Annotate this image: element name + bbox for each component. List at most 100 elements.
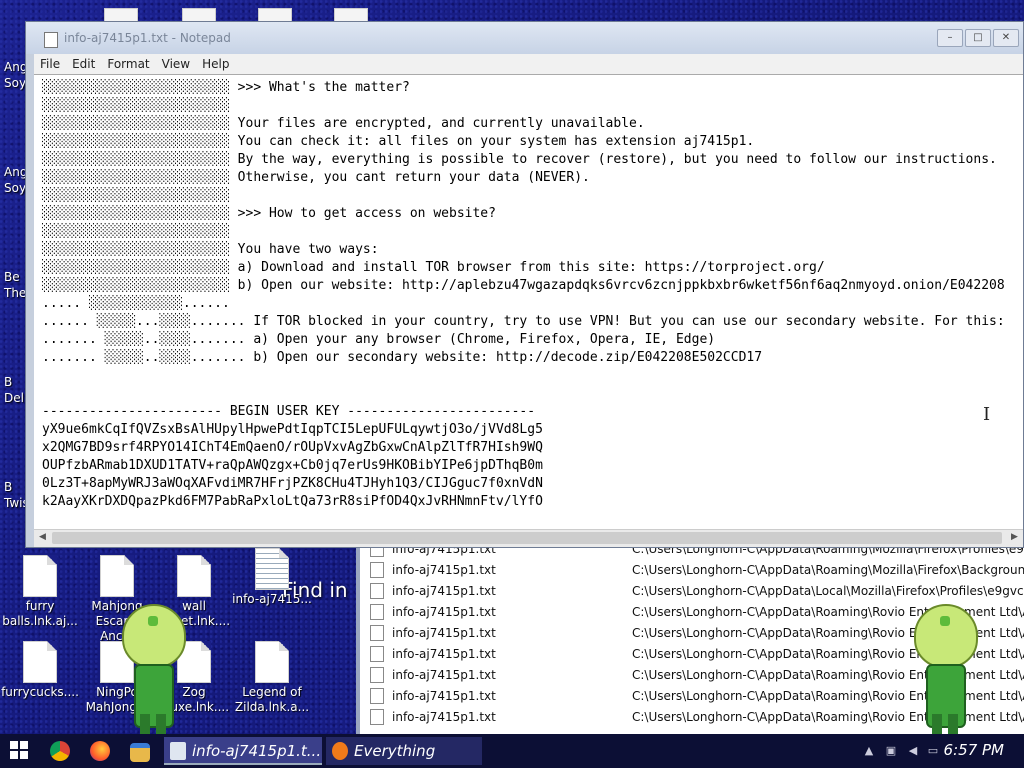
horizontal-scrollbar[interactable]: ◀ ▶ <box>34 529 1023 547</box>
task-label: info-aj7415p1.t... <box>192 742 322 760</box>
document-text: ░░░░░░░░░░░░░░░░░░░░░░░░ >>> What's the … <box>34 75 1023 511</box>
shortcut-file-icon <box>23 641 57 683</box>
chrome-icon[interactable] <box>50 741 70 761</box>
mascot-leg <box>156 714 166 734</box>
shortcut-file-icon <box>100 555 134 597</box>
text-file-icon <box>370 645 384 662</box>
close-button[interactable]: ✕ <box>993 29 1019 47</box>
menu-view[interactable]: View <box>162 57 190 71</box>
file-name: info-aj7415p1.txt <box>392 583 496 598</box>
text-file-icon <box>255 548 289 590</box>
text-line: ░░░░░░░░░░░░░░░░░░░░░░░░ a) Download and… <box>42 260 825 275</box>
text-line: ....... ░░░░░..░░░░....... a) Open your … <box>42 332 716 347</box>
scroll-right-icon[interactable]: ▶ <box>1008 532 1021 544</box>
title-bar[interactable]: info-aj7415p1.txt - Notepad – □ ✕ <box>26 22 1023 54</box>
text-line: ░░░░░░░░░░░░░░░░░░░░░░░░ >>> How to get … <box>42 206 496 221</box>
minimize-button[interactable]: – <box>937 29 963 47</box>
text-line: ░░░░░░░░░░░░░░░░░░░░░░░░ <box>42 224 230 239</box>
clock[interactable]: 6:57 PM <box>944 741 1004 759</box>
text-line: ░░░░░░░░░░░░░░░░░░░░░░░░ <box>42 98 230 113</box>
system-tray: ▲ ▣ ◀ ▭ 6:57 PM <box>844 734 1024 768</box>
text-file-icon <box>370 624 384 641</box>
task-label: Everything <box>354 742 436 760</box>
maximize-button[interactable]: □ <box>965 29 991 47</box>
mascot-head <box>122 604 186 668</box>
desktop-icon[interactable]: furry balls.lnk.aj... <box>0 555 80 629</box>
text-line <box>42 367 1023 385</box>
text-line: ░░░░░░░░░░░░░░░░░░░░░░░░ >>> What's the … <box>42 80 410 95</box>
text-file-icon <box>370 666 384 683</box>
text-line: ..... ░░░░░░░░░░░░...... <box>42 296 230 311</box>
notification-icon[interactable]: ▭ <box>926 744 940 758</box>
file-name: info-aj7415p1.txt <box>392 646 496 661</box>
text-line: ░░░░░░░░░░░░░░░░░░░░░░░░ Otherwise, you … <box>42 170 590 185</box>
desktop-icon-label: info-aj7415... <box>232 592 312 606</box>
text-line: k2AayXKrDXDQpazPkd6FM7PabRaPxloLtQa73rR8… <box>42 494 543 509</box>
desktop-icon[interactable]: info-aj7415... <box>232 548 312 607</box>
start-icon[interactable] <box>10 741 30 761</box>
text-line: 0Lz3T+8apMyWRJ3aWOqXAFvdiMR7HFrjPZK8CHu4… <box>42 476 543 491</box>
shortcut-file-icon <box>23 555 57 597</box>
notepad-window: info-aj7415p1.txt - Notepad – □ ✕ File E… <box>25 21 1024 548</box>
text-editor-area[interactable]: ░░░░░░░░░░░░░░░░░░░░░░░░ >>> What's the … <box>34 74 1023 547</box>
mascot-gem <box>148 616 158 626</box>
show-hidden-icons-icon[interactable]: ▲ <box>862 744 876 758</box>
menu-bar: File Edit Format View Help <box>34 54 1023 74</box>
file-name: info-aj7415p1.txt <box>392 688 496 703</box>
file-explorer-icon[interactable] <box>130 743 150 762</box>
text-line: ░░░░░░░░░░░░░░░░░░░░░░░░ Your files are … <box>42 116 645 131</box>
file-path: C:\Users\Longhorn-C\AppData\Roaming\Mozi… <box>632 562 1024 577</box>
file-name: info-aj7415p1.txt <box>392 625 496 640</box>
mascot-gem <box>940 616 950 626</box>
file-name: info-aj7415p1.txt <box>392 709 496 724</box>
desktop-icon-label: furrycucks.... <box>1 685 79 699</box>
scroll-left-icon[interactable]: ◀ <box>36 532 49 544</box>
text-cursor-icon: I <box>983 404 991 425</box>
notepad-icon <box>44 32 58 48</box>
menu-help[interactable]: Help <box>202 57 229 71</box>
text-line: ░░░░░░░░░░░░░░░░░░░░░░░░ You can check i… <box>42 134 755 149</box>
firefox-icon[interactable] <box>90 741 110 761</box>
taskbar-notepad-button[interactable]: info-aj7415p1.t... <box>164 737 322 765</box>
list-item[interactable]: info-aj7415p1.txt C:\Users\Longhorn-C\App… <box>360 580 1024 601</box>
network-icon[interactable]: ▣ <box>884 744 898 758</box>
text-line: ░░░░░░░░░░░░░░░░░░░░░░░░ <box>42 188 230 203</box>
text-line: ----------------------- BEGIN USER KEY -… <box>42 404 536 419</box>
mascot-leg <box>948 714 958 734</box>
text-line: yX9ue6mkCqIfQVZsxBsAlHUpylHpwePdtIqpTCI5… <box>42 422 543 437</box>
file-name: info-aj7415p1.txt <box>392 667 496 682</box>
text-line: ░░░░░░░░░░░░░░░░░░░░░░░░ b) Open our web… <box>42 278 1005 293</box>
volume-icon[interactable]: ◀ <box>906 744 920 758</box>
text-line: ...... ░░░░░...░░░░....... If TOR blocke… <box>42 314 1005 329</box>
mascot-character-image <box>904 604 984 734</box>
menu-file[interactable]: File <box>40 57 60 71</box>
text-file-icon <box>370 561 384 578</box>
mascot-leg <box>932 714 942 734</box>
text-line: ░░░░░░░░░░░░░░░░░░░░░░░░ By the way, eve… <box>42 152 997 167</box>
desktop-icon[interactable]: Legend of Zilda.lnk.a... <box>232 641 312 715</box>
text-file-icon <box>370 687 384 704</box>
desktop-icon-label: Legend of Zilda.lnk.a... <box>234 685 310 714</box>
text-line: ....... ░░░░░..░░░░....... b) Open our s… <box>42 350 763 365</box>
text-line: OUPfzbARmab1DXUD1TATV+raQpAWQzgx+Cb0jq7e… <box>42 458 543 473</box>
text-file-icon <box>370 708 384 725</box>
scrollbar-thumb[interactable] <box>52 532 1002 544</box>
desktop-icon-label: furry balls.lnk.aj... <box>2 599 78 628</box>
menu-edit[interactable]: Edit <box>72 57 95 71</box>
text-line: ░░░░░░░░░░░░░░░░░░░░░░░░ You have two wa… <box>42 242 379 257</box>
mascot-leg <box>140 714 150 734</box>
text-file-icon <box>370 603 384 620</box>
taskbar-everything-button[interactable]: Everything <box>326 737 482 765</box>
text-line: x2QMG7BD9srf4RPYO14IChT4EmQaenO/rOUpVxvA… <box>42 440 543 455</box>
list-item[interactable]: info-aj7415p1.txt C:\Users\Longhorn-C\App… <box>360 559 1024 580</box>
file-name: info-aj7415p1.txt <box>392 562 496 577</box>
everything-icon <box>332 742 348 760</box>
shortcut-file-icon <box>177 555 211 597</box>
mascot-character-image <box>112 604 192 734</box>
desktop-icon[interactable]: furrycucks.... <box>0 641 80 700</box>
menu-format[interactable]: Format <box>107 57 149 71</box>
text-line <box>42 385 1023 403</box>
file-name: info-aj7415p1.txt <box>392 604 496 619</box>
text-file-icon <box>370 582 384 599</box>
shortcut-file-icon <box>255 641 289 683</box>
